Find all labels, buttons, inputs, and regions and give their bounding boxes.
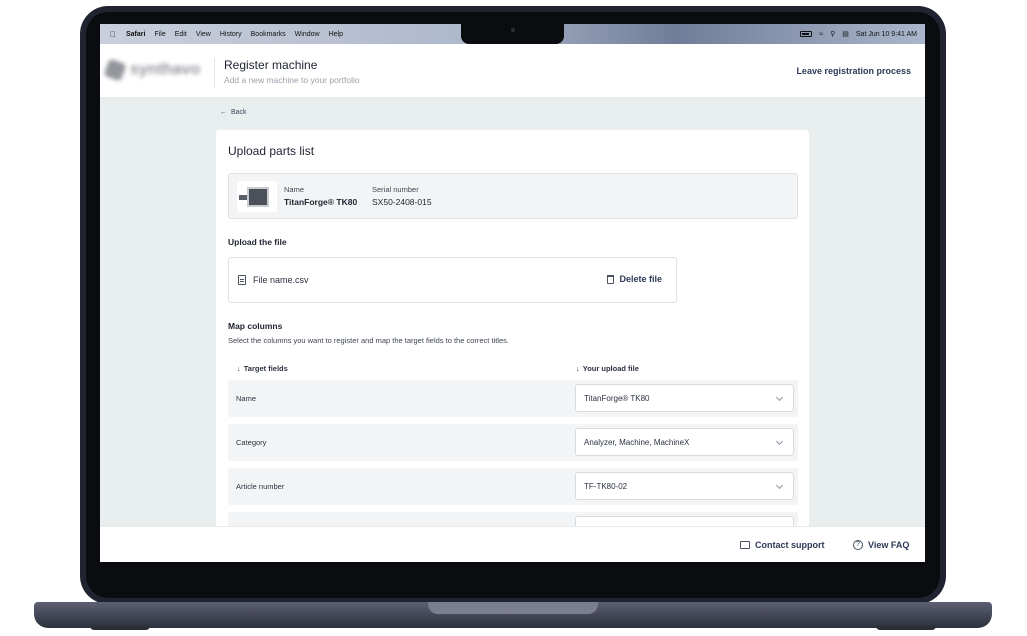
map-columns-description: Select the columns you want to register … <box>228 336 509 345</box>
page-subtitle: Add a new machine to your portfolio <box>224 75 360 85</box>
column-select[interactable]: TF-TK80-02 <box>575 472 794 500</box>
logo-wordmark: synthavo <box>130 61 201 78</box>
menu-window[interactable]: Window <box>295 31 320 38</box>
column-select-value: TF-TK80-02 <box>584 482 628 491</box>
page-title: Register machine <box>224 58 318 72</box>
search-icon[interactable]: ⚲ <box>830 30 835 38</box>
map-row: Name TitanForge® TK80 <box>228 380 798 417</box>
target-fields-header[interactable]: ↓ Target fields <box>237 364 288 373</box>
main-content: ← Back Upload parts list Name TitanForge… <box>100 98 925 526</box>
machine-summary: Name TitanForge® TK80 Serial number SX50… <box>228 173 798 219</box>
menu-view[interactable]: View <box>196 31 211 38</box>
chevron-down-icon <box>775 393 784 402</box>
arrow-left-icon: ← <box>220 109 227 116</box>
menu-help[interactable]: Help <box>329 31 343 38</box>
apple-icon[interactable]:  <box>109 30 117 39</box>
chat-icon <box>740 541 750 549</box>
contact-support-link[interactable]: Contact support <box>740 540 825 550</box>
map-columns-title: Map columns <box>228 321 283 331</box>
column-select[interactable] <box>575 516 794 526</box>
view-faq-label: View FAQ <box>868 540 910 550</box>
camera-icon <box>511 28 515 32</box>
machine-name-label: Name <box>284 185 305 194</box>
column-select-value: TitanForge® TK80 <box>584 394 650 403</box>
back-label: Back <box>231 109 247 116</box>
laptop-foot <box>90 626 150 630</box>
camera-notch <box>461 24 564 44</box>
upload-section-title: Upload the file <box>228 237 287 247</box>
upload-card: Upload parts list Name TitanForge® TK80 … <box>216 130 809 526</box>
chevron-down-icon <box>775 481 784 490</box>
menu-history[interactable]: History <box>220 31 242 38</box>
column-select[interactable]: Analyzer, Machine, MachineX <box>575 428 794 456</box>
menu-edit[interactable]: Edit <box>175 31 187 38</box>
upload-file-label: Your upload file <box>582 364 639 373</box>
serial-number-value: SX50-2408-015 <box>372 197 432 207</box>
menu-app-name[interactable]: Safari <box>126 31 145 38</box>
menu-bar:  Safari File Edit View History Bookmark… <box>100 24 925 44</box>
battery-icon[interactable] <box>800 31 813 37</box>
contact-support-label: Contact support <box>755 540 825 550</box>
arrow-down-icon: ↓ <box>576 364 580 373</box>
trash-icon <box>607 274 615 284</box>
machine-name-value: TitanForge® TK80 <box>284 197 358 207</box>
logo-mark-icon <box>103 58 127 82</box>
card-title: Upload parts list <box>228 144 315 158</box>
target-fields-label: Target fields <box>243 364 288 373</box>
status-area: ≈ ⚲ ▤ Sat Jun 10 9:41 AM <box>800 24 917 44</box>
file-name: File name.csv <box>253 275 309 285</box>
chevron-down-icon <box>775 437 784 446</box>
view-faq-link[interactable]: ? View FAQ <box>853 540 909 550</box>
column-select[interactable]: TitanForge® TK80 <box>575 384 794 412</box>
leave-registration-link[interactable]: Leave registration process <box>796 66 911 76</box>
screen:  Safari File Edit View History Bookmark… <box>100 24 925 562</box>
map-row-label: Name <box>236 394 257 403</box>
app-header: synthavo Register machine Add a new mach… <box>100 44 925 98</box>
map-row: Article number TF-TK80-02 <box>228 468 798 505</box>
laptop-foot <box>876 626 936 630</box>
control-center-icon[interactable]: ▤ <box>842 30 849 38</box>
serial-number-label: Serial number <box>372 185 419 194</box>
map-row-label: Category <box>236 438 267 447</box>
delete-file-button[interactable]: Delete file <box>607 274 662 284</box>
uploaded-file: File name.csv Delete file <box>228 257 677 303</box>
menubar-clock[interactable]: Sat Jun 10 9:41 AM <box>856 31 917 38</box>
menu-file[interactable]: File <box>154 31 165 38</box>
menu-bookmarks[interactable]: Bookmarks <box>251 31 286 38</box>
map-row-label: Article number <box>236 482 285 491</box>
wifi-icon[interactable]: ≈ <box>819 31 823 38</box>
map-row <box>228 512 798 526</box>
header-divider <box>214 58 215 88</box>
delete-file-label: Delete file <box>619 274 662 284</box>
back-link[interactable]: ← Back <box>220 109 247 116</box>
help-icon: ? <box>853 540 863 550</box>
column-select-value: Analyzer, Machine, MachineX <box>584 438 690 447</box>
upload-file-header[interactable]: ↓ Your upload file <box>576 364 639 373</box>
machine-thumbnail <box>237 181 277 212</box>
laptop-hinge <box>428 602 598 614</box>
arrow-down-icon: ↓ <box>237 364 241 373</box>
map-row: Category Analyzer, Machine, MachineX <box>228 424 798 461</box>
brand-logo[interactable]: synthavo <box>103 58 202 82</box>
document-icon <box>238 275 246 285</box>
page-footer: Contact support ? View FAQ <box>100 526 925 562</box>
